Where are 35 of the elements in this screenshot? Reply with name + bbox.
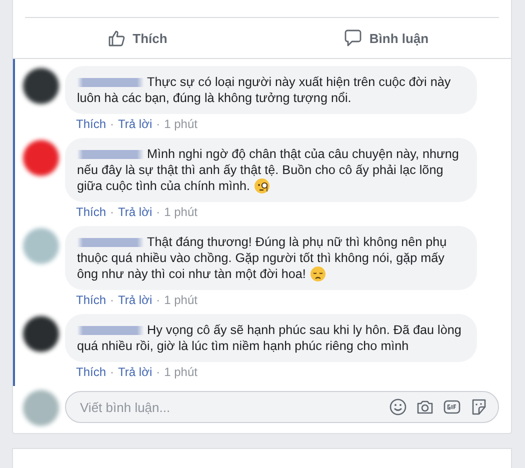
avatar — [23, 390, 59, 426]
sticker-icon[interactable] — [470, 398, 488, 416]
comment-action-link[interactable]: Thích — [76, 293, 106, 314]
monocle-face-icon — [254, 178, 270, 194]
separator-dot: · — [110, 117, 114, 133]
comment-action-link[interactable]: Trả lời — [118, 117, 152, 138]
separator-dot: · — [156, 117, 160, 133]
comment-action-link[interactable]: Trả lời — [118, 293, 152, 314]
thumbs-up-icon — [108, 29, 126, 47]
avatar[interactable] — [23, 68, 59, 104]
like-button[interactable]: Thích — [13, 18, 262, 58]
speech-bubble-icon — [344, 29, 362, 47]
comment-action-link[interactable]: Thích — [76, 365, 106, 386]
comment-input-field[interactable]: Viết bình luận... — [78, 398, 380, 416]
timestamp[interactable]: 1 phút — [164, 365, 198, 386]
emoji-icon[interactable] — [389, 398, 407, 416]
comment-action-link[interactable]: Trả lời — [118, 365, 152, 386]
separator-dot: · — [110, 365, 114, 381]
gif-icon[interactable] — [443, 398, 461, 416]
separator-dot: · — [156, 293, 160, 309]
timestamp[interactable]: 1 phút — [164, 293, 198, 314]
sad-face-icon — [310, 266, 326, 282]
timestamp[interactable]: 1 phút — [164, 205, 198, 226]
comment-action-link[interactable]: Thích — [76, 117, 106, 138]
comment-button[interactable]: Bình luận — [262, 18, 511, 58]
separator-dot: · — [156, 365, 160, 381]
camera-icon[interactable] — [416, 398, 434, 416]
comment-field[interactable]: Viết bình luận... — [65, 391, 499, 423]
avatar[interactable] — [23, 316, 59, 352]
timestamp[interactable]: 1 phút — [164, 117, 198, 138]
separator-dot: · — [110, 293, 114, 309]
comment-action-link[interactable]: Trả lời — [118, 205, 152, 226]
separator-dot: · — [110, 205, 114, 221]
separator-dot: · — [156, 205, 160, 221]
comment-action-link[interactable]: Thích — [76, 205, 106, 226]
